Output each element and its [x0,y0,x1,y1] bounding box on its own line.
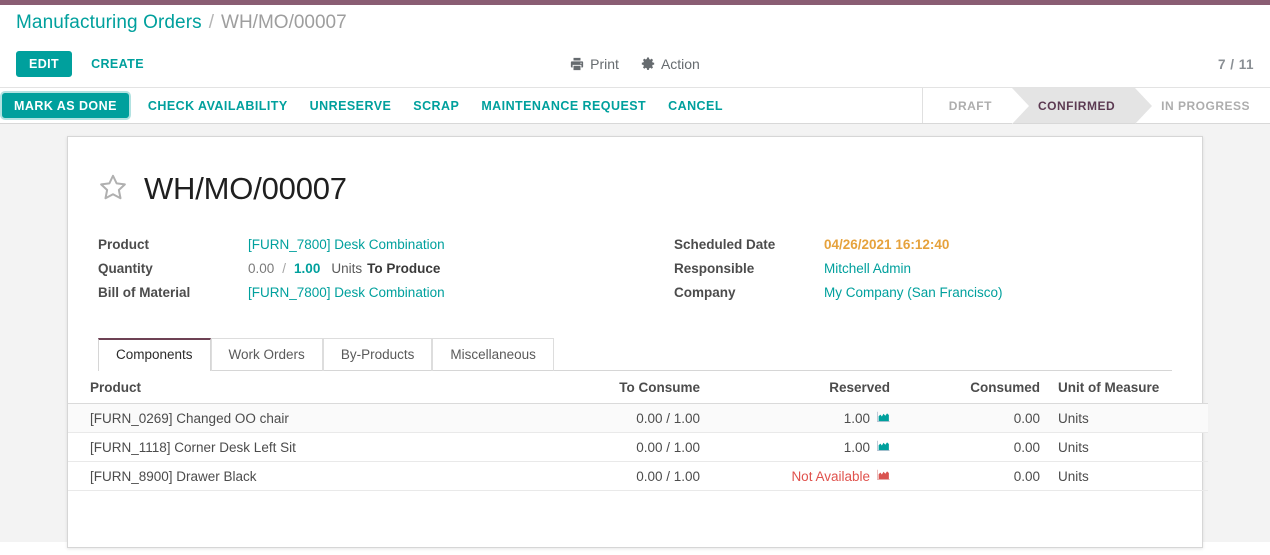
reserved-value: 1.00 [843,439,870,455]
column-header-reserved[interactable]: Reserved [708,370,898,404]
create-button[interactable]: CREATE [80,51,155,77]
breadcrumb-separator: / [208,12,215,33]
cell-consumed: 0.00 [898,403,1048,433]
mark-as-done-button[interactable]: MARK AS DONE [2,92,129,119]
field-company: Company My Company (San Francisco) [674,285,1172,300]
field-company-value[interactable]: My Company (San Francisco) [824,285,1003,300]
field-responsible-label: Responsible [674,261,755,276]
column-header-unit-of-measure[interactable]: Unit of Measure [1048,370,1208,404]
page-title: WH/MO/00007 [144,171,347,206]
statusbar-buttons: MARK AS DONE CHECK AVAILABILITY UNRESERV… [2,88,734,123]
cell-to-consume: 0.00 / 1.00 [508,432,708,462]
area-chart-icon[interactable] [876,440,890,455]
components-table-body: [FURN_0269] Changed OO chair 0.00 / 1.00… [68,403,1208,491]
table-header-row: Product To Consume Reserved Consumed Uni… [68,370,1208,404]
field-bom-label: Bill of Material [98,285,191,300]
table-row[interactable]: [FURN_0269] Changed OO chair 0.00 / 1.00… [68,403,1208,433]
quantity-target[interactable]: 1.00 [294,261,320,276]
breadcrumb-current: WH/MO/00007 [221,12,347,33]
field-groups: Product [FURN_7800] Desk Combination Qua… [98,237,1172,309]
pager[interactable]: 7 / 11 [1218,57,1254,72]
cell-uom: Units [1048,403,1208,433]
notebook: Components Work Orders By-Products Misce… [68,338,1208,491]
star-outline-icon[interactable] [98,172,128,207]
cell-to-consume: 0.00 / 1.00 [508,461,708,491]
print-label: Print [590,56,619,72]
record-title-row: WH/MO/00007 [98,171,1172,207]
field-product-value[interactable]: [FURN_7800] Desk Combination [248,237,445,252]
tab-components[interactable]: Components [98,338,211,371]
field-responsible-value[interactable]: Mitchell Admin [824,261,911,276]
table-row[interactable]: [FURN_1118] Corner Desk Left Sit 0.00 / … [68,432,1208,462]
record-sheet: WH/MO/00007 Product [FURN_7800] Desk Com… [67,136,1208,548]
components-table-head: Product To Consume Reserved Consumed Uni… [68,370,1208,404]
check-availability-button[interactable]: CHECK AVAILABILITY [137,93,299,119]
cell-consumed: 0.00 [898,461,1048,491]
edit-button[interactable]: EDIT [16,51,73,77]
table-row[interactable]: [FURN_8900] Drawer Black 0.00 / 1.00 Not… [68,461,1208,491]
field-group-right: Scheduled Date 04/26/2021 16:12:40 Respo… [635,237,1172,309]
action-button[interactable]: Action [641,56,700,72]
status-stage-confirmed[interactable]: CONFIRMED [1011,88,1153,124]
tab-by-products[interactable]: By-Products [322,338,433,371]
control-panel-center-actions: Print Action [0,56,1270,72]
cell-reserved: Not Available [708,461,898,491]
breadcrumb-root-link[interactable]: Manufacturing Orders [16,12,202,34]
print-button[interactable]: Print [570,56,619,72]
breadcrumb: Manufacturing Orders / WH/MO/00007 [0,5,1270,41]
cell-reserved: 1.00 [708,403,898,433]
area-chart-icon[interactable] [876,411,890,426]
tab-miscellaneous[interactable]: Miscellaneous [432,338,554,371]
quantity-done[interactable]: 0.00 [248,261,274,276]
cell-consumed: 0.00 [898,432,1048,462]
reserved-value: 1.00 [843,410,870,426]
field-quantity-label: Quantity [98,261,153,276]
field-quantity: Quantity 0.00 / 1.00 Units To Produce [98,261,635,276]
field-scheduled-date-label: Scheduled Date [674,237,776,252]
tab-work-orders[interactable]: Work Orders [210,338,323,371]
printer-icon [570,57,584,71]
notebook-tabs: Components Work Orders By-Products Misce… [98,338,1172,371]
unreserve-button[interactable]: UNRESERVE [299,93,403,119]
cancel-button[interactable]: CANCEL [657,93,734,119]
control-panel: EDIT CREATE Print Action 7 / 11 [0,41,1270,87]
cell-uom: Units [1048,461,1208,491]
statusbar: MARK AS DONE CHECK AVAILABILITY UNRESERV… [0,87,1270,124]
field-bill-of-material: Bill of Material [FURN_7800] Desk Combin… [98,285,635,300]
sheet-background: WH/MO/00007 Product [FURN_7800] Desk Com… [0,124,1270,548]
scrap-button[interactable]: SCRAP [402,93,470,119]
area-chart-icon[interactable] [876,469,890,484]
field-group-left: Product [FURN_7800] Desk Combination Qua… [98,237,635,309]
column-header-to-consume[interactable]: To Consume [508,370,708,404]
column-header-product[interactable]: Product [68,370,508,404]
maintenance-request-button[interactable]: MAINTENANCE REQUEST [470,93,657,119]
status-stage-in-progress[interactable]: IN PROGRESS [1135,88,1270,123]
cell-reserved: 1.00 [708,432,898,462]
cell-product: [FURN_1118] Corner Desk Left Sit [68,432,508,462]
field-company-label: Company [674,285,736,300]
quantity-uom: Units [331,261,363,276]
field-product: Product [FURN_7800] Desk Combination [98,237,635,252]
field-scheduled-date-value[interactable]: 04/26/2021 16:12:40 [824,237,949,252]
cell-uom: Units [1048,432,1208,462]
field-quantity-value: 0.00 / 1.00 Units To Produce [248,261,440,276]
cell-product: [FURN_8900] Drawer Black [68,461,508,491]
status-stages: DRAFT CONFIRMED IN PROGRESS [921,88,1270,124]
field-product-label: Product [98,237,150,252]
gear-icon [641,57,655,71]
quantity-separator: / [282,261,287,276]
action-label: Action [660,56,700,72]
cell-product: [FURN_0269] Changed OO chair [68,403,508,433]
field-scheduled-date: Scheduled Date 04/26/2021 16:12:40 [674,237,1172,252]
column-header-consumed[interactable]: Consumed [898,370,1048,404]
reserved-value: Not Available [791,468,870,484]
field-responsible: Responsible Mitchell Admin [674,261,1172,276]
status-stage-draft[interactable]: DRAFT [923,88,1012,123]
components-table: Product To Consume Reserved Consumed Uni… [68,370,1208,491]
cell-to-consume: 0.00 / 1.00 [508,403,708,433]
field-bom-value[interactable]: [FURN_7800] Desk Combination [248,285,445,300]
quantity-state: To Produce [367,261,441,276]
